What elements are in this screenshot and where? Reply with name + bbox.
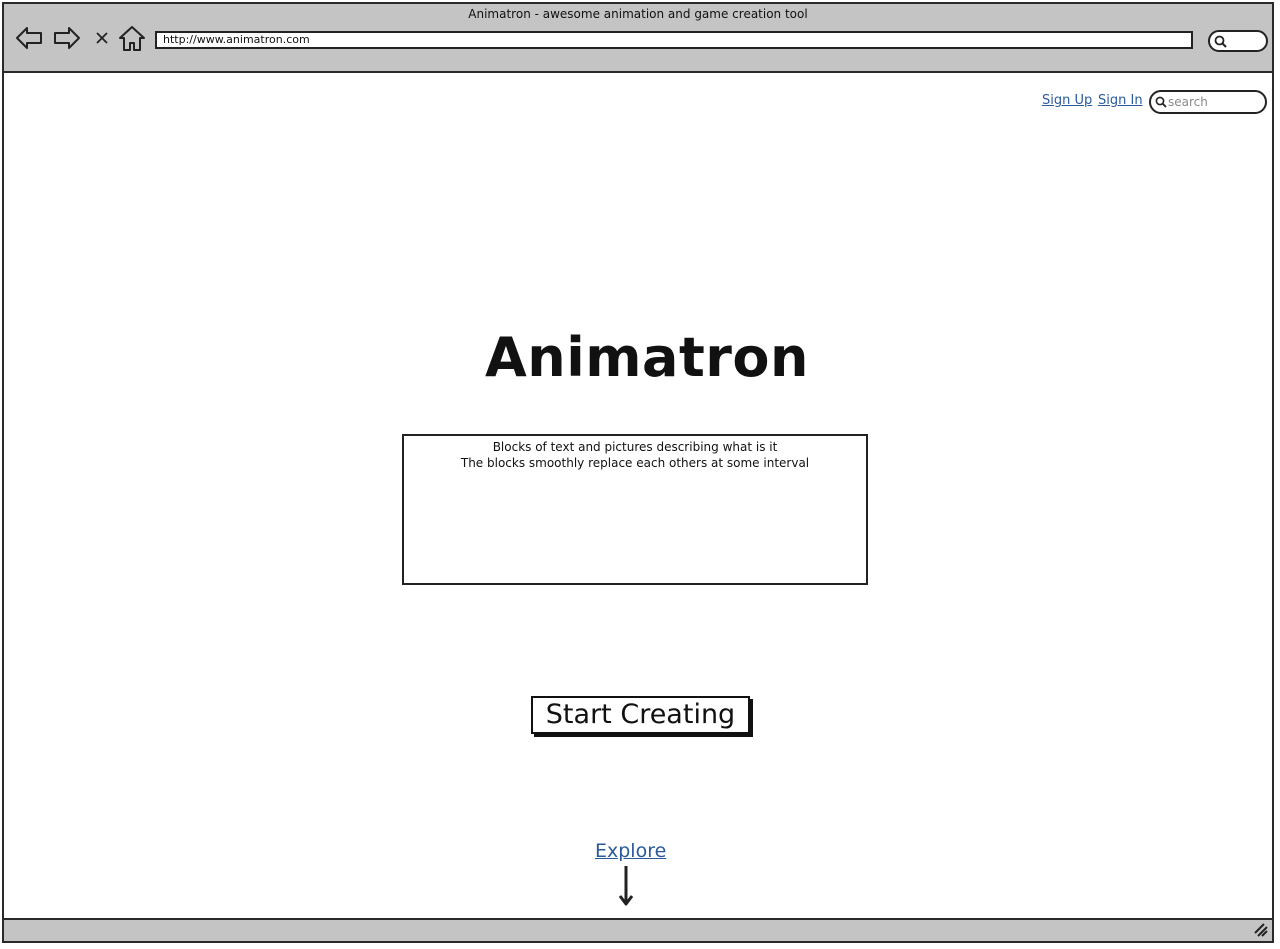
window-title: Animatron - awesome animation and game c…: [468, 7, 808, 21]
browser-search-field[interactable]: [1208, 30, 1268, 52]
start-creating-button[interactable]: Start Creating: [531, 696, 750, 734]
search-input[interactable]: [1168, 94, 1260, 110]
page-title: Animatron: [485, 326, 809, 389]
carousel-text-line: Blocks of text and pictures describing w…: [492, 440, 778, 454]
explore-link[interactable]: Explore: [595, 840, 666, 862]
home-icon[interactable]: [117, 24, 147, 52]
resize-grip-icon[interactable]: [1254, 923, 1268, 937]
down-arrow-icon[interactable]: [616, 864, 636, 908]
sign-in-link[interactable]: Sign In: [1098, 93, 1143, 108]
info-carousel: Blocks of text and pictures describing w…: [402, 434, 868, 585]
forward-arrow-icon[interactable]: [52, 24, 82, 52]
browser-chrome: Animatron - awesome animation and game c…: [4, 4, 1272, 73]
back-arrow-icon[interactable]: [14, 24, 44, 52]
search-icon: [1155, 96, 1167, 108]
carousel-text-line: The blocks smoothly replace each others …: [460, 456, 810, 470]
site-search-field[interactable]: [1149, 90, 1267, 114]
status-bar: [4, 918, 1272, 941]
sign-up-link[interactable]: Sign Up: [1042, 93, 1092, 108]
close-icon[interactable]: [92, 24, 112, 52]
address-bar[interactable]: http://www.animatron.com: [155, 31, 1193, 49]
browser-window: Animatron - awesome animation and game c…: [2, 2, 1274, 943]
search-icon: [1214, 35, 1227, 48]
